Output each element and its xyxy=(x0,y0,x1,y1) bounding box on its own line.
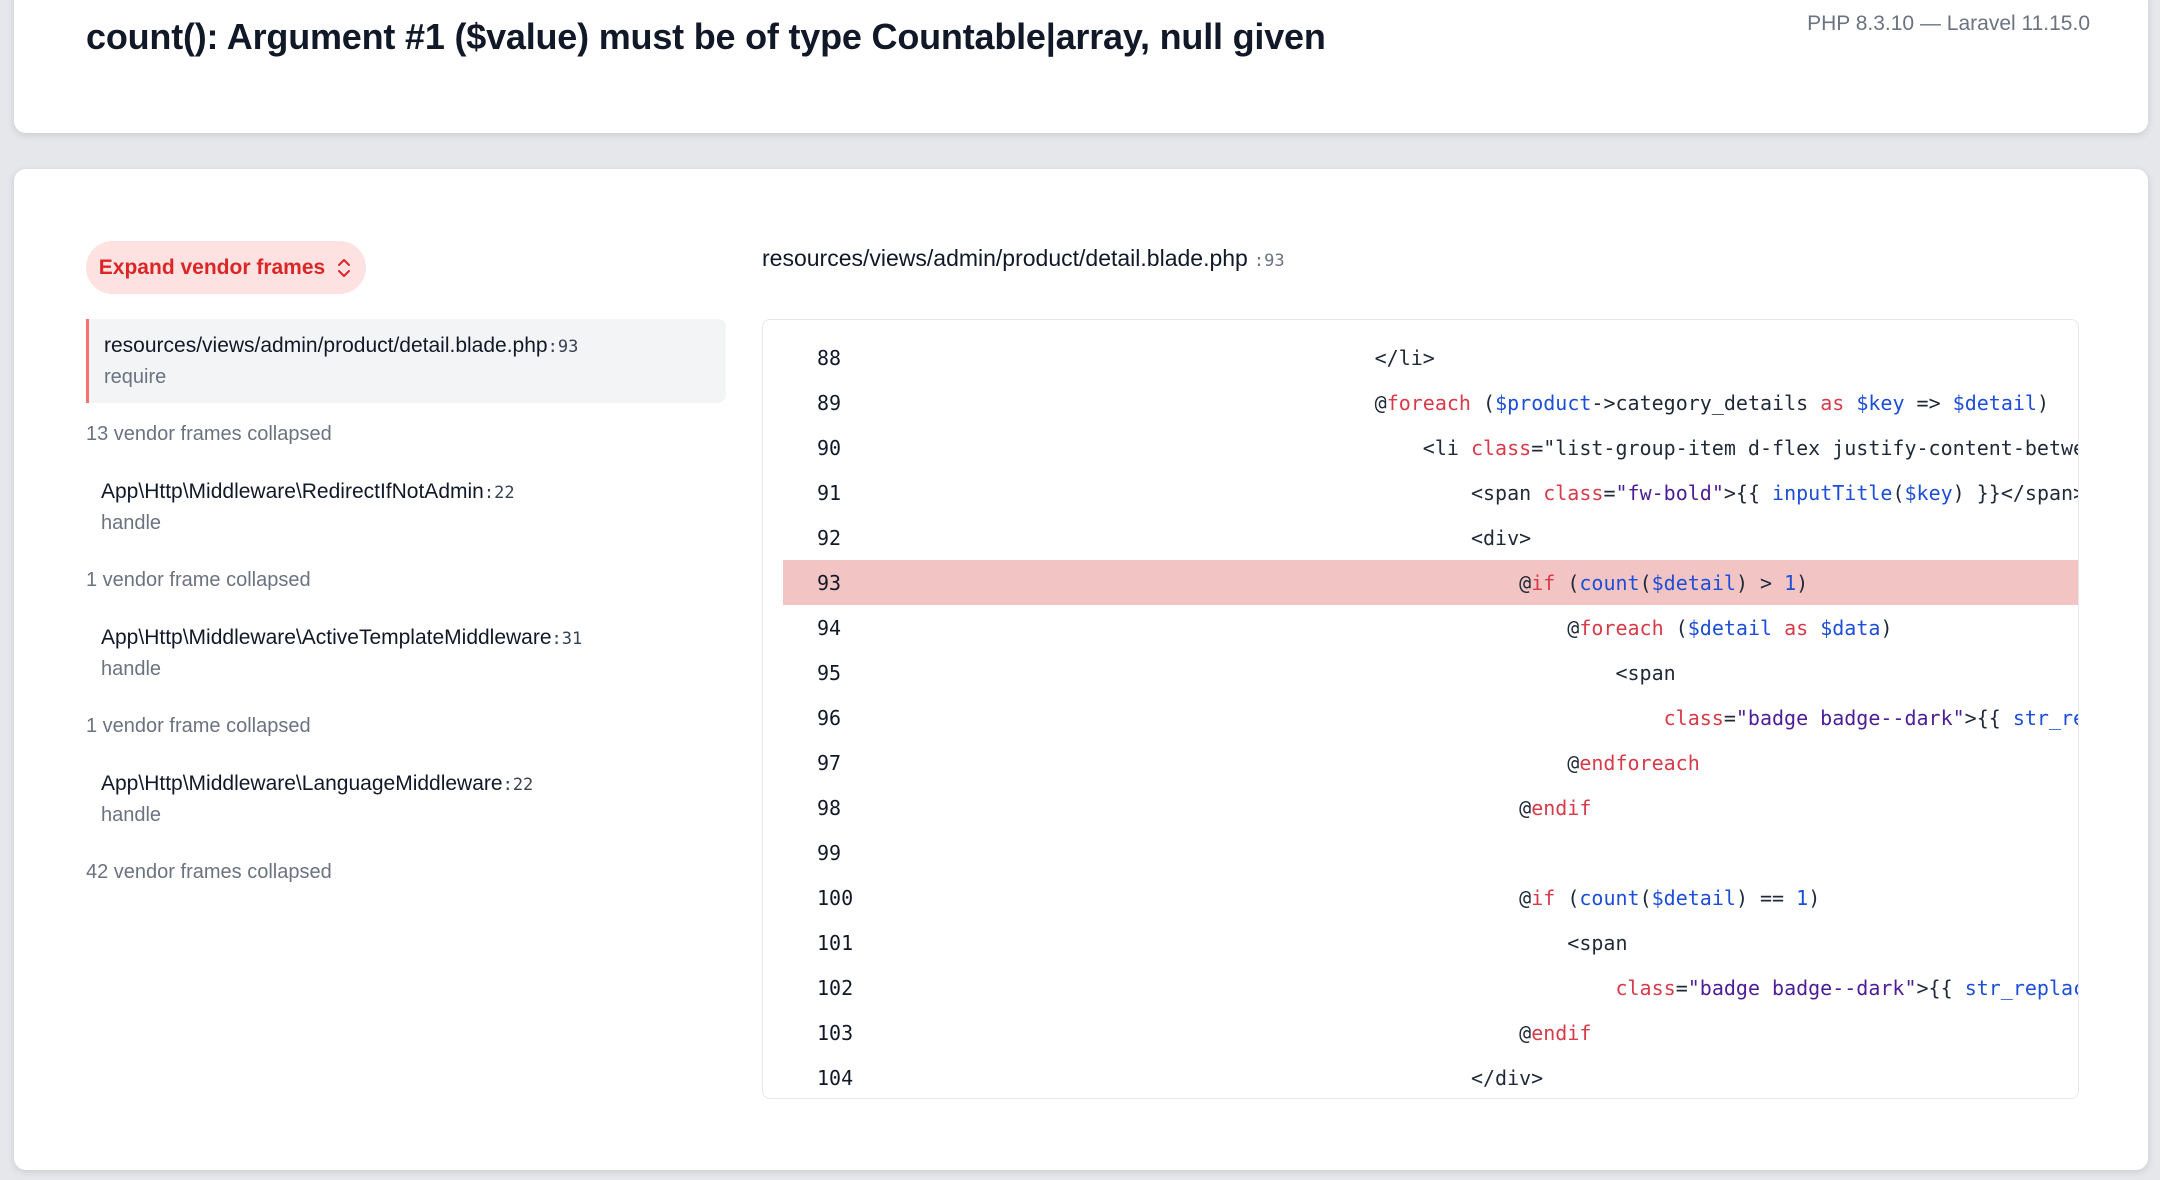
frame-file: App\Http\Middleware\RedirectIfNotAdmin xyxy=(101,480,484,503)
expand-vendor-frames-label: Expand vendor frames xyxy=(98,255,326,279)
frame-item-active[interactable]: resources/views/admin/product/detail.bla… xyxy=(86,319,726,403)
frame-item[interactable]: App\Http\Middleware\ActiveTemplateMiddle… xyxy=(86,611,726,695)
line-number: 90 xyxy=(817,435,842,460)
code-file-name: resources/views/admin/product/detail.bla… xyxy=(762,245,1248,271)
frame-file: App\Http\Middleware\LanguageMiddleware xyxy=(101,772,503,795)
line-number: 89 xyxy=(817,390,842,415)
expand-vendor-frames-button[interactable]: Expand vendor frames xyxy=(86,241,366,294)
code-line-highlighted: 93 @if (count($detail) > 1) xyxy=(783,560,2078,605)
collapsed-vendor-frames[interactable]: 1 vendor frame collapsed xyxy=(86,695,726,757)
code-line: 90 <li class="list-group-item d-flex jus… xyxy=(783,425,2078,470)
code-text: <div> xyxy=(893,525,1532,550)
code-line: 91 <span class="fw-bold">{{ inputTitle($… xyxy=(783,470,2078,515)
code-file-path: resources/views/admin/product/detail.bla… xyxy=(762,245,1285,272)
line-number: 101 xyxy=(817,930,854,955)
version-info: PHP 8.3.10 — Laravel 11.15.0 xyxy=(1807,12,2090,35)
code-line: 104 </div> xyxy=(783,1055,2078,1098)
frame-file: App\Http\Middleware\ActiveTemplateMiddle… xyxy=(101,626,552,649)
chevron-up-down-icon xyxy=(338,258,351,277)
frame-file: resources/views/admin/product/detail.bla… xyxy=(104,334,548,357)
code-text: </li> xyxy=(893,345,1435,370)
collapsed-vendor-frames[interactable]: 42 vendor frames collapsed xyxy=(86,841,726,903)
code-text: class="badge badge--dark">{{ str_replace… xyxy=(1663,705,2078,730)
code-line: 94 @foreach ($detail as $data) xyxy=(783,605,2078,650)
line-number: 104 xyxy=(817,1065,854,1090)
frame-function: handle xyxy=(101,512,162,534)
line-number: 92 xyxy=(817,525,842,550)
line-number: 102 xyxy=(817,975,854,1000)
code-text: <span xyxy=(893,930,1628,955)
code-line: 95 <span xyxy=(783,650,2078,695)
frame-line-number: :31 xyxy=(551,629,583,649)
code-text: @endif xyxy=(893,1020,1592,1045)
code-text: @endif xyxy=(893,795,1592,820)
code-line: 97 @endforeach xyxy=(783,740,2078,785)
line-number: 98 xyxy=(817,795,842,820)
code-file-line: :93 xyxy=(1253,251,1285,271)
code-text: class="badge badge--dark">{{ str_replace… xyxy=(1615,975,2078,1000)
stack-trace-panel: Expand vendor frames resources/views/adm… xyxy=(14,169,2148,1170)
code-line: 88 </li> xyxy=(783,335,2078,380)
code-text: @if (count($detail) > 1) xyxy=(893,570,1809,595)
code-text: <span xyxy=(893,660,1676,685)
code-text: <span class="fw-bold">{{ inputTitle($key… xyxy=(893,480,2078,505)
code-line: 96 class="badge badge--dark">{{ str_repl… xyxy=(783,695,2078,740)
code-line: 101 <span xyxy=(783,920,2078,965)
code-text: @foreach ($product->category_details as … xyxy=(893,390,2050,415)
code-line: 92 <div> xyxy=(783,515,2078,560)
code-line: 98 @endif xyxy=(783,785,2078,830)
line-number: 100 xyxy=(817,885,854,910)
code-text: </div> xyxy=(893,1065,1544,1090)
line-number: 96 xyxy=(817,705,842,730)
line-number: 94 xyxy=(817,615,842,640)
line-number: 91 xyxy=(817,480,842,505)
frame-item[interactable]: App\Http\Middleware\RedirectIfNotAdmin:2… xyxy=(86,465,726,549)
code-line: 102 class="badge badge--dark">{{ str_rep… xyxy=(783,965,2078,1010)
frame-line-number: :22 xyxy=(502,775,534,795)
frame-line-number: :22 xyxy=(483,483,515,503)
code-viewer: 88 </li> 89 @foreach ($product->category_… xyxy=(762,319,2079,1099)
frame-function: handle xyxy=(101,804,162,826)
line-number: 97 xyxy=(817,750,842,775)
frame-item[interactable]: App\Http\Middleware\LanguageMiddleware:2… xyxy=(86,757,726,841)
code-text: @endforeach xyxy=(893,750,1700,775)
code-line: 99 xyxy=(783,830,2078,875)
code-line: 89 @foreach ($product->category_details … xyxy=(783,380,2078,425)
frame-list: resources/views/admin/product/detail.bla… xyxy=(86,319,726,903)
code-text: @foreach ($detail as $data) xyxy=(893,615,1893,640)
line-number: 95 xyxy=(817,660,842,685)
line-number: 99 xyxy=(817,840,842,865)
line-number: 93 xyxy=(817,570,842,595)
code-text: @if (count($detail) == 1) xyxy=(893,885,1821,910)
frame-function: handle xyxy=(101,658,162,680)
line-number: 88 xyxy=(817,345,842,370)
code-line: 103 @endif xyxy=(783,1010,2078,1055)
collapsed-vendor-frames[interactable]: 1 vendor frame collapsed xyxy=(86,549,726,611)
line-number: 103 xyxy=(817,1020,854,1045)
frame-line-number: :93 xyxy=(547,337,579,357)
collapsed-vendor-frames[interactable]: 13 vendor frames collapsed xyxy=(86,403,726,465)
code-line: 100 @if (count($detail) == 1) xyxy=(783,875,2078,920)
frame-function: require xyxy=(104,366,167,388)
code-text: <li class="list-group-item d-flex justif… xyxy=(893,435,2078,460)
error-title: count(): Argument #1 ($value) must be of… xyxy=(86,16,1326,57)
error-header: count(): Argument #1 ($value) must be of… xyxy=(14,0,2148,133)
